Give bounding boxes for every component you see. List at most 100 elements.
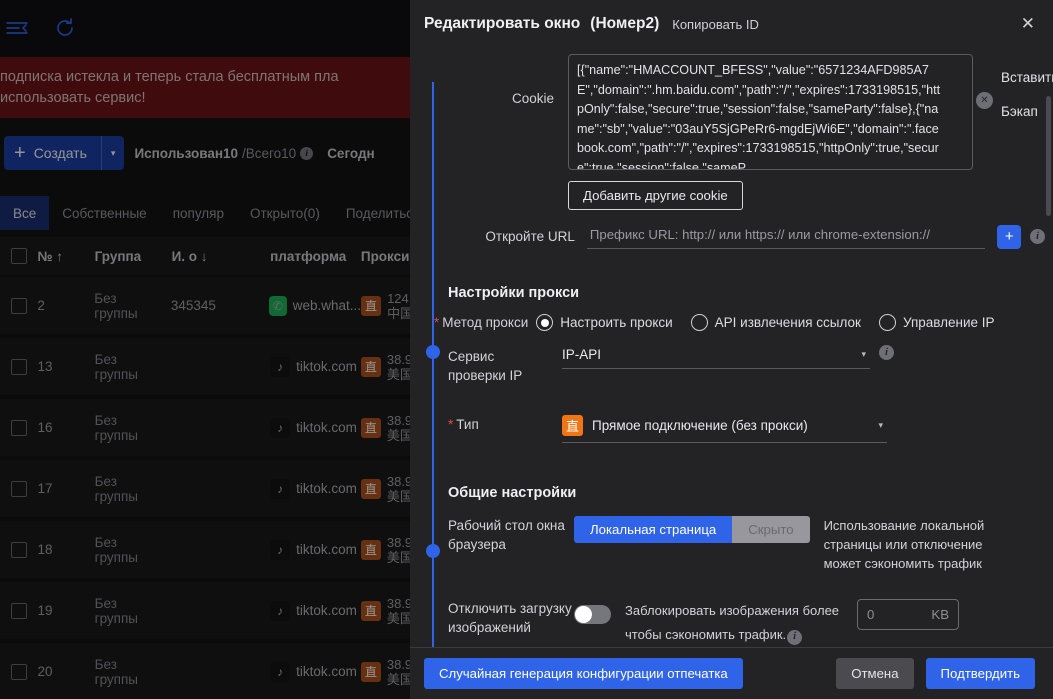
chevron-down-icon: ▾ [878, 420, 883, 430]
select-all-checkbox[interactable] [0, 248, 37, 264]
row-platform: ♪ tiktok.com [270, 539, 361, 560]
row-num: 2 [37, 298, 45, 313]
create-button[interactable]: + Создать ▾ [4, 136, 125, 170]
ip-service-info-icon[interactable]: i [879, 345, 894, 360]
images-note-line1: Заблокировать изображения более [625, 603, 840, 618]
table-row[interactable]: 16 Без группы ♪ tiktok.com 直 38.90 美国( [0, 399, 420, 456]
row-group: Без группы [94, 595, 139, 626]
tab-popular[interactable]: популяр [160, 196, 237, 230]
disable-images-toggle[interactable] [574, 605, 611, 624]
add-more-cookie-button[interactable]: Добавить другие cookie [568, 181, 743, 210]
cookie-textarea[interactable]: [{"name":"HMACCOUNT_BFESS","value":"6571… [568, 54, 973, 170]
ip-service-select[interactable]: IP-API ▾ [562, 347, 870, 369]
browser-desktop-label: Рабочий стол окна браузера [448, 518, 565, 552]
create-button-label: Создать [33, 145, 87, 161]
timeline-dot-proxy [426, 345, 440, 359]
proxy-direct-icon: 直 [360, 600, 381, 621]
row-platform-label: tiktok.com [296, 359, 357, 374]
clear-cookie-icon[interactable]: ✕ [976, 92, 993, 109]
refresh-icon[interactable] [50, 13, 80, 43]
modal-scrollbar-thumb[interactable] [1046, 96, 1051, 216]
row-platform-label: tiktok.com [296, 542, 357, 557]
browser-desktop-segmented[interactable]: Локальная страница Скрыто [574, 516, 810, 543]
table-body: 2 Без группы 345345 ✆ web.what... 直 124.1 中国(13… [0, 277, 420, 699]
row-checkbox[interactable] [0, 297, 37, 314]
modal-scrollbar[interactable] [1046, 96, 1051, 595]
add-url-button[interactable]: + [997, 224, 1022, 249]
proxy-type-value: Прямое подключение (без прокси) [592, 418, 808, 433]
table-row[interactable]: 19 Без группы ♪ tiktok.com 直 38.90 美国( [0, 582, 420, 639]
proxy-direct-icon: 直 [361, 295, 382, 316]
row-num: 17 [37, 481, 53, 496]
close-icon[interactable]: ✕ [1021, 15, 1035, 32]
copy-id-button[interactable]: Копировать ID [672, 17, 759, 32]
open-url-input[interactable]: Префикс URL: http:// или https:// или ch… [586, 224, 986, 249]
row-group: Без группы [94, 351, 139, 382]
row-num: 16 [37, 420, 53, 435]
disable-images-row: Отключить загрузку изображений Заблокиро… [410, 599, 1045, 647]
row-platform: ♪ tiktok.com [270, 478, 361, 499]
header-num[interactable]: № ↑ [37, 249, 94, 264]
tab-own[interactable]: Собственные [49, 196, 159, 230]
create-row: + Создать ▾ Использован10/Всего10 i Сего… [0, 122, 420, 184]
proxy-method-label: Метод прокси [434, 315, 528, 330]
row-platform: ♪ tiktok.com [270, 356, 361, 377]
paste-cookie-button[interactable]: Вставить [1001, 70, 1053, 85]
radio-configure-proxy[interactable]: Настроить прокси [536, 314, 673, 331]
radio-ip-management[interactable]: Управление IP [878, 314, 995, 331]
header-group[interactable]: Группа [95, 249, 172, 264]
header-io[interactable]: И. о ↓ [172, 249, 271, 264]
header-platform[interactable]: платформа [270, 249, 361, 264]
cancel-button[interactable]: Отмена [836, 658, 914, 689]
images-size-unit: KB [931, 607, 949, 622]
row-checkbox[interactable] [0, 663, 37, 680]
row-checkbox[interactable] [0, 480, 37, 497]
ip-service-row: Сервис проверки IP IP-API ▾ i [410, 345, 1045, 385]
open-url-info-icon[interactable]: i [1030, 229, 1045, 244]
confirm-button[interactable]: Подтвердить [925, 658, 1035, 689]
table-row[interactable]: 20 Без группы ♪ tiktok.com 直 38.90 美国( [0, 643, 420, 699]
modal-title: Редактировать окно [424, 15, 581, 32]
proxy-direct-icon: 直 [360, 417, 381, 438]
toggle-knob [575, 606, 592, 623]
row-checkbox[interactable] [0, 602, 37, 619]
row-platform: ✆ web.what... [269, 295, 361, 316]
timeline-dot-general [426, 544, 440, 558]
usage-used: Использован10 [134, 145, 239, 161]
usage-total: /Всего10 [242, 145, 297, 161]
proxy-direct-icon: 直 [360, 478, 381, 499]
direct-connection-icon: 直 [562, 415, 583, 436]
ip-service-label: Сервис проверки IP [448, 349, 523, 383]
tab-label: Все [13, 205, 37, 221]
proxy-direct-icon: 直 [360, 356, 381, 377]
modal-window-name: (Номер2) [590, 15, 660, 32]
create-dropdown-caret-icon[interactable]: ▾ [100, 136, 125, 170]
table-row[interactable]: 17 Без группы ♪ tiktok.com 直 38.90 美国( [0, 460, 420, 517]
proxy-type-label: Тип [420, 415, 562, 434]
table-row[interactable]: 18 Без группы ♪ tiktok.com 直 38.90 美国( [0, 521, 420, 578]
browser-desktop-row: Рабочий стол окна браузера Локальная стр… [410, 516, 1045, 573]
row-checkbox[interactable] [0, 419, 37, 436]
row-checkbox[interactable] [0, 358, 37, 375]
tab-label: популяр [172, 205, 224, 221]
menu-collapse-icon[interactable] [2, 13, 32, 43]
random-fingerprint-button[interactable]: Случайная генерация конфигурации отпечат… [424, 658, 743, 689]
images-size-input[interactable]: 0 KB [857, 599, 959, 630]
tab-label: Открыто(0) [249, 205, 320, 221]
proxy-type-select[interactable]: 直 Прямое подключение (без прокси) ▾ [562, 415, 887, 443]
tab-opened[interactable]: Открыто(0) [237, 196, 333, 230]
tab-all[interactable]: Все [0, 196, 50, 230]
segment-hidden[interactable]: Скрыто [732, 516, 810, 543]
images-info-icon[interactable]: i [787, 629, 803, 645]
radio-api-extraction[interactable]: API извлечения ссылок [690, 314, 861, 331]
row-platform: ♪ tiktok.com [270, 661, 361, 682]
table-row[interactable]: 13 Без группы ♪ tiktok.com 直 38.90 美国( [0, 338, 420, 395]
radio-circle-icon [536, 314, 554, 331]
row-checkbox[interactable] [0, 541, 37, 558]
row-platform-label: tiktok.com [296, 664, 357, 679]
segment-local-page[interactable]: Локальная страница [574, 516, 733, 543]
table-row[interactable]: 2 Без группы 345345 ✆ web.what... 直 124.1 中国( [0, 277, 420, 334]
proxy-direct-icon: 直 [360, 661, 381, 682]
row-platform-label: tiktok.com [296, 603, 357, 618]
usage-info-icon[interactable]: i [300, 146, 314, 160]
